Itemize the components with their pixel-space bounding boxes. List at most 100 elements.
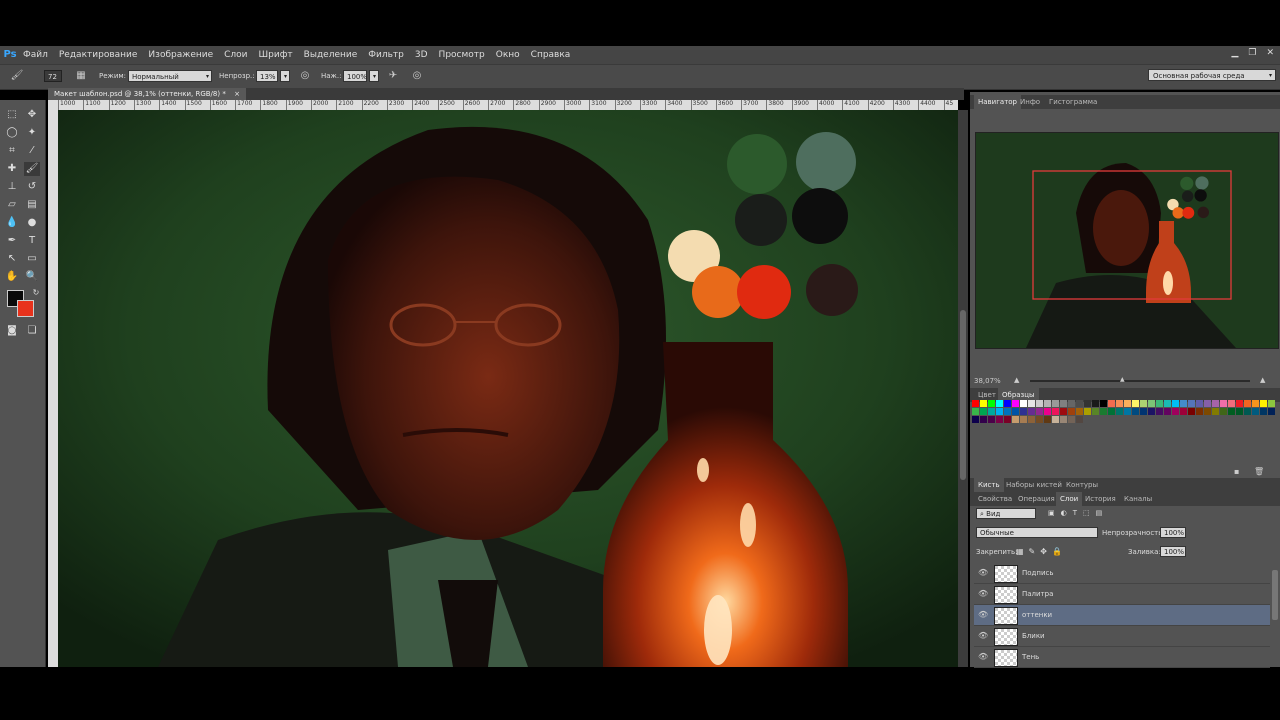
color-swatch[interactable] <box>988 416 995 423</box>
color-swatch[interactable] <box>1052 408 1059 415</box>
color-swatch[interactable] <box>1108 408 1115 415</box>
color-swatch[interactable] <box>972 400 979 407</box>
color-swatch[interactable] <box>1268 408 1275 415</box>
color-swatch[interactable] <box>1204 408 1211 415</box>
pen-tool-icon[interactable]: ✒ <box>4 234 20 248</box>
background-color-swatch[interactable] <box>17 300 34 317</box>
color-swatch[interactable] <box>1140 408 1147 415</box>
color-swatch[interactable] <box>1220 400 1227 407</box>
tab-channels[interactable]: Каналы <box>1120 492 1156 506</box>
color-swatch[interactable] <box>1188 408 1195 415</box>
color-swatch[interactable] <box>1140 400 1147 407</box>
zoom-value[interactable]: 38,07% <box>974 375 1001 387</box>
close-tab-icon[interactable]: × <box>234 90 240 98</box>
zoom-in-icon[interactable]: ▲ <box>1260 374 1265 386</box>
scrollbar-thumb[interactable] <box>960 310 966 480</box>
document-canvas[interactable] <box>58 110 958 667</box>
color-swatch[interactable] <box>980 400 987 407</box>
color-swatch[interactable] <box>1116 408 1123 415</box>
tab-navigator[interactable]: Навигатор <box>974 95 1021 109</box>
path-selection-icon[interactable]: ↖ <box>4 252 20 266</box>
tab-histogram[interactable]: Гистограмма <box>1045 95 1101 109</box>
color-swatch[interactable] <box>1012 416 1019 423</box>
color-swatch[interactable] <box>1236 408 1243 415</box>
color-swatch[interactable] <box>1060 416 1067 423</box>
color-swatch[interactable] <box>1148 408 1155 415</box>
blur-tool-icon[interactable]: 💧 <box>4 216 20 230</box>
swap-colors-icon[interactable]: ↻ <box>28 286 44 300</box>
color-swatch[interactable] <box>1020 408 1027 415</box>
pressure-input[interactable]: 100% <box>343 70 367 82</box>
color-swatch[interactable] <box>1076 416 1083 423</box>
layer-row[interactable]: 👁 Подпись <box>974 563 1270 584</box>
color-swatch[interactable] <box>1132 400 1139 407</box>
eraser-icon[interactable]: ▱ <box>4 198 20 212</box>
layer-row[interactable]: 👁 оттенки <box>974 605 1270 626</box>
move-tool-icon[interactable]: ✥ <box>24 108 40 122</box>
color-swatch[interactable] <box>1220 408 1227 415</box>
color-swatch[interactable] <box>1188 400 1195 407</box>
color-swatch[interactable] <box>1212 400 1219 407</box>
color-swatch[interactable] <box>996 416 1003 423</box>
color-swatch[interactable] <box>1132 408 1139 415</box>
color-swatch[interactable] <box>1092 408 1099 415</box>
color-swatch[interactable] <box>1036 416 1043 423</box>
color-swatch[interactable] <box>1156 400 1163 407</box>
airbrush-icon[interactable]: ✈ <box>386 69 400 83</box>
menu-view[interactable]: Просмотр <box>439 50 485 60</box>
menu-window[interactable]: Окно <box>496 50 520 60</box>
color-swatch[interactable] <box>1252 408 1259 415</box>
eye-icon[interactable]: 👁 <box>978 631 988 640</box>
tab-properties[interactable]: Свойства <box>974 492 1016 506</box>
mode-select[interactable]: Нормальный ▾ <box>128 70 212 82</box>
tab-brush-presets[interactable]: Наборы кистей <box>1002 478 1066 492</box>
layers-scrollbar[interactable] <box>1272 570 1278 620</box>
history-brush-icon[interactable]: ↺ <box>24 180 40 194</box>
blend-mode-select[interactable]: Обычные <box>976 527 1098 538</box>
opacity-input[interactable]: 13% <box>256 70 278 82</box>
menu-layers[interactable]: Слои <box>224 50 247 60</box>
hand-tool-icon[interactable]: ✋ <box>4 270 20 284</box>
color-swatch[interactable] <box>1172 400 1179 407</box>
menu-image[interactable]: Изображение <box>148 50 213 60</box>
color-swatch[interactable] <box>1044 408 1051 415</box>
color-swatch[interactable] <box>1060 400 1067 407</box>
color-swatch[interactable] <box>1060 408 1067 415</box>
pressure-size-icon[interactable]: ◎ <box>410 69 424 83</box>
color-swatch[interactable] <box>1148 400 1155 407</box>
eye-icon[interactable]: 👁 <box>978 652 988 661</box>
color-swatch[interactable] <box>1268 400 1275 407</box>
tab-layers[interactable]: Слои <box>1056 492 1083 506</box>
color-swatch[interactable] <box>1212 408 1219 415</box>
dodge-tool-icon[interactable]: ● <box>24 216 40 230</box>
color-swatch[interactable] <box>1244 400 1251 407</box>
type-tool-icon[interactable]: T <box>24 234 40 248</box>
zoom-tool-icon[interactable]: 🔍 <box>24 270 40 284</box>
layer-row[interactable]: 👁 Тень <box>974 647 1270 668</box>
color-swatch[interactable] <box>1068 408 1075 415</box>
gradient-tool-icon[interactable]: ▤ <box>24 198 40 212</box>
layer-opacity-input[interactable]: 100% <box>1160 527 1186 538</box>
brush-panel-toggle-icon[interactable]: ▦ <box>74 69 88 83</box>
color-swatch[interactable] <box>1180 408 1187 415</box>
color-swatch[interactable] <box>996 400 1003 407</box>
healing-brush-icon[interactable]: ✚ <box>4 162 20 176</box>
color-swatch[interactable] <box>1076 400 1083 407</box>
layer-row[interactable]: 👁 Блики <box>974 626 1270 647</box>
minimize-icon[interactable]: ▁ <box>1231 48 1238 58</box>
color-swatch[interactable] <box>1092 400 1099 407</box>
tab-history[interactable]: История <box>1081 492 1120 506</box>
shape-tool-icon[interactable]: ▭ <box>24 252 40 266</box>
quick-mask-icon[interactable]: ◙ <box>4 324 20 338</box>
color-swatch[interactable] <box>1076 408 1083 415</box>
color-swatch[interactable] <box>1004 400 1011 407</box>
color-swatch[interactable] <box>980 416 987 423</box>
color-swatch[interactable] <box>1052 400 1059 407</box>
screen-mode-icon[interactable]: ❏ <box>24 324 40 338</box>
color-swatch[interactable] <box>1196 400 1203 407</box>
eye-icon[interactable]: 👁 <box>978 610 988 619</box>
navigator-preview[interactable] <box>975 132 1279 349</box>
color-swatch[interactable] <box>1052 416 1059 423</box>
document-tab[interactable]: Макет шаблон.psd @ 38,1% (оттенки, RGB/8… <box>48 88 246 100</box>
color-swatch[interactable] <box>1100 400 1107 407</box>
